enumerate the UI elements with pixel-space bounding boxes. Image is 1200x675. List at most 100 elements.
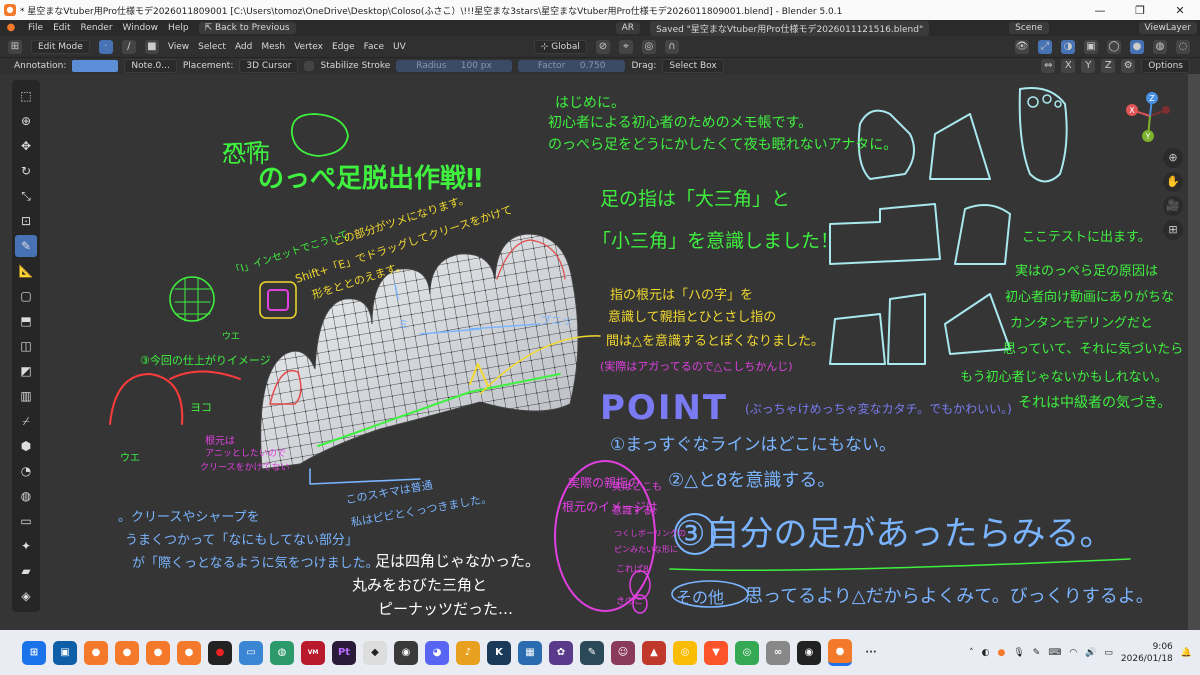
mirror-z-toggle[interactable]: Z: [1101, 59, 1116, 73]
start-windows-icon[interactable]: ⊞: [22, 640, 46, 665]
minimize-button[interactable]: —: [1080, 4, 1120, 17]
vertex-select-icon[interactable]: ·: [98, 39, 113, 54]
menu-edit[interactable]: Edit: [53, 23, 70, 33]
shading-material-icon[interactable]: ◍: [1153, 39, 1167, 54]
photoshop-icon[interactable]: Pt: [332, 640, 356, 665]
calculator-icon[interactable]: ▦: [518, 640, 542, 665]
blender-menu-icon[interactable]: ●: [4, 21, 18, 35]
placement-selector[interactable]: 3D Cursor: [239, 59, 299, 73]
menu-vertex[interactable]: Vertex: [294, 42, 323, 52]
notification-bell-icon[interactable]: 🔔: [1181, 648, 1192, 658]
scene-selector[interactable]: Scene: [1009, 22, 1049, 34]
editor-type-icon[interactable]: ⊞: [8, 39, 22, 54]
tray-app-icon[interactable]: ◐: [982, 648, 990, 658]
shading-solid-icon[interactable]: ●: [1130, 39, 1144, 54]
factor-field[interactable]: Factor 0.750: [517, 60, 626, 72]
clock[interactable]: 9:06 2026/01/18: [1121, 641, 1173, 665]
note-genin-1: 実はのっぺら足の原因は: [1015, 264, 1159, 279]
stabilize-checkbox[interactable]: [304, 61, 315, 71]
3d-viewport[interactable]: ⬚ ⊕ ✥ ↻ ⤡ ⊡ ✎ 📐 ▢ ⬒ ◫ ◩ ▥ ⌿ ⬢ ◔ ◍ ▭ ✦ ▰ …: [0, 74, 1200, 630]
pivot-icon[interactable]: ⊘: [595, 39, 610, 54]
ar-button[interactable]: AR: [615, 22, 641, 34]
brave-icon[interactable]: ▼: [704, 640, 728, 665]
note-layer-selector[interactable]: Note.0...: [124, 59, 177, 73]
note-point: POINT: [600, 388, 729, 428]
menu-add[interactable]: Add: [235, 42, 252, 52]
k-app-icon[interactable]: K: [487, 640, 511, 665]
menu-edge[interactable]: Edge: [332, 42, 355, 52]
shading-wireframe-icon[interactable]: ◯: [1107, 39, 1121, 54]
mirror-x-toggle[interactable]: X: [1061, 59, 1076, 73]
menu-select[interactable]: Select: [198, 42, 226, 52]
edge-select-icon[interactable]: /: [121, 39, 136, 54]
tray-blender-icon[interactable]: ●: [997, 648, 1005, 658]
options-dropdown[interactable]: Options: [1141, 59, 1190, 73]
mirror-icon[interactable]: ⇔: [1041, 59, 1056, 73]
transform-orientation-selector[interactable]: ⊹ Global: [533, 39, 587, 54]
blender-taskbar-icon[interactable]: ●: [84, 640, 108, 665]
chevron-up-icon[interactable]: ˄: [969, 648, 974, 658]
menu-help[interactable]: Help: [168, 23, 189, 33]
menu-render[interactable]: Render: [81, 23, 113, 33]
blender-taskbar-icon-4[interactable]: ●: [177, 640, 201, 665]
note-p4: 思ってるより△だからよくみて。びっくりするよ。: [745, 586, 1154, 607]
menu-uv[interactable]: UV: [393, 42, 406, 52]
gizmo-toggle-icon[interactable]: ⤢: [1038, 39, 1052, 54]
overlay-toggle-icon[interactable]: ◑: [1061, 39, 1075, 54]
pen-icon[interactable]: ✎: [1033, 648, 1041, 658]
voicemeeter-icon[interactable]: VM: [301, 640, 325, 665]
shading-rendered-icon[interactable]: ◌: [1176, 39, 1190, 54]
face-select-icon[interactable]: ■: [144, 39, 159, 54]
xray-toggle-icon[interactable]: ▣: [1084, 39, 1098, 54]
wrench-icon[interactable]: ⚙: [1121, 59, 1136, 73]
keyboard-icon[interactable]: ⌨: [1048, 648, 1061, 658]
window-app-icon[interactable]: ▭: [239, 640, 263, 665]
orange-app-icon[interactable]: ♪: [456, 640, 480, 665]
chrome-icon-2[interactable]: ◎: [735, 640, 759, 665]
menu-face[interactable]: Face: [364, 42, 384, 52]
blender-taskbar-icon-3[interactable]: ●: [146, 640, 170, 665]
view-layer-selector[interactable]: ViewLayer: [1138, 22, 1197, 34]
paw-app-icon[interactable]: ✿: [549, 640, 573, 665]
obs-studio-icon[interactable]: ◉: [797, 640, 821, 665]
menu-window[interactable]: Window: [123, 23, 159, 33]
viewport-header: ⊞ Edit Mode · / ■ View Select Add Mesh V…: [0, 36, 1200, 58]
note-p3: ③自分の足があったらみる。: [675, 514, 1114, 554]
wifi-icon[interactable]: ◠: [1069, 648, 1077, 658]
volume-icon[interactable]: 🔊: [1085, 648, 1096, 658]
unity-icon[interactable]: ◆: [363, 640, 387, 665]
drag-selector[interactable]: Select Box: [662, 59, 724, 73]
clip-studio-icon[interactable]: ✎: [580, 640, 604, 665]
annotation-color-swatch[interactable]: [72, 60, 119, 72]
battery-icon[interactable]: ▭: [1104, 648, 1113, 658]
radius-value: 100 px: [460, 61, 492, 71]
mode-selector[interactable]: Edit Mode: [31, 39, 90, 54]
menu-file[interactable]: File: [28, 23, 43, 33]
close-button[interactable]: ✕: [1160, 4, 1200, 17]
menu-mesh[interactable]: Mesh: [261, 42, 285, 52]
blender-taskbar-icon-2[interactable]: ●: [115, 640, 139, 665]
proportional-edit-icon[interactable]: ◎: [641, 39, 656, 54]
link-app-icon[interactable]: ∞: [766, 640, 790, 665]
chrome-icon[interactable]: ◎: [673, 640, 697, 665]
microphone-icon[interactable]: 🎙: [1013, 648, 1024, 658]
radius-field[interactable]: Radius 100 px: [396, 60, 512, 72]
mirror-y-toggle[interactable]: Y: [1081, 59, 1096, 73]
record-icon[interactable]: ●: [208, 640, 232, 665]
character-app-icon[interactable]: ☺: [611, 640, 635, 665]
blender-active-icon[interactable]: ●: [828, 639, 852, 666]
menu-view[interactable]: View: [168, 42, 189, 52]
obs-icon[interactable]: ◉: [394, 640, 418, 665]
snap-icon[interactable]: ⌖: [618, 39, 633, 54]
maximize-button[interactable]: ❐: [1120, 4, 1160, 17]
red-app-icon[interactable]: ▲: [642, 640, 666, 665]
back-to-previous-button[interactable]: ⇱ Back to Previous: [198, 22, 296, 34]
visibility-icon[interactable]: 👁: [1015, 39, 1029, 54]
falloff-icon[interactable]: ∩: [664, 39, 679, 54]
app-blue-window-icon[interactable]: ▣: [53, 640, 77, 665]
globe-app-icon[interactable]: ◍: [270, 640, 294, 665]
more-apps-icon[interactable]: ···: [859, 641, 883, 665]
note-ue-1: ウエ: [222, 332, 241, 342]
discord-icon[interactable]: ◕: [425, 640, 449, 665]
saved-status: Saved "星空まなVtuber用Pro仕様モデ2026011121516.b…: [650, 20, 930, 36]
